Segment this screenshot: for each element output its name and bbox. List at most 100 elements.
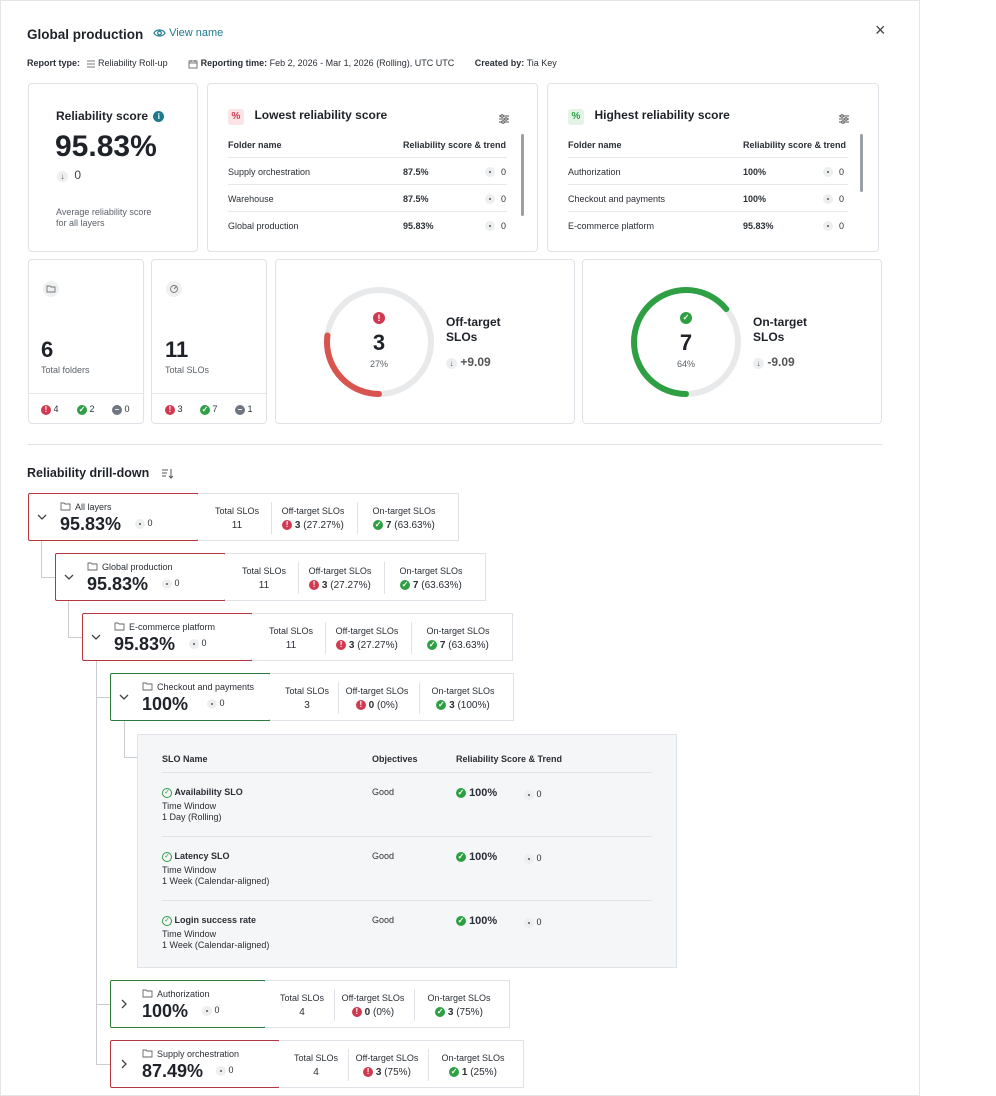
chevron-down-icon[interactable] [64,572,74,582]
sort-icon[interactable] [161,468,173,479]
off-target-pct: (27.27%) [357,640,398,651]
slo-row[interactable]: ✓ Login success rate Time Window 1 Week … [162,900,652,964]
off-target-label: Off-target SLOs [355,1053,419,1063]
tree-line [96,1004,110,1005]
view-name-label: View name [169,27,224,39]
drill-title: Reliability drill-down [27,466,150,480]
folder-trend: 0 [228,1065,234,1075]
on-target-pct: (75%) [456,1007,483,1018]
folder-toggle[interactable]: Checkout and payments 100% 0 [110,673,271,721]
folder-toggle[interactable]: E-commerce platform 95.83% 0 [82,613,253,661]
slo-name[interactable]: Latency SLO [175,851,230,861]
slo-name[interactable]: Login success rate [175,915,257,925]
off-target-trend: +9.09 [460,355,491,369]
trend-dot-icon [485,221,495,231]
off-target-count: 0 [368,700,375,711]
red-count: 4 [53,404,59,414]
col-slo-name: SLO Name [162,754,208,764]
scrollbar[interactable] [860,134,863,192]
folder-stats: Total SLOs 3 Off-target SLOs! 0 (0%) On-t… [270,673,514,721]
off-target-label-2: SLOs [446,330,478,344]
folder-name: Global production [228,221,299,231]
folder-score: 95.83% [87,574,149,594]
off-target-card: ! 3 27% Off-target SLOs ↓ +9.09 [275,259,575,424]
info-icon[interactable]: i [153,111,165,123]
total-slos-label: Total SLOs [242,566,287,576]
trend-dot-icon [823,221,833,231]
alert-icon: ! [309,580,320,591]
chevron-right-icon[interactable] [119,1059,129,1069]
total-slos-value: 3 [304,700,310,711]
folder-stats: Total SLOs 11 Off-target SLOs! 3 (27.27%)… [198,493,459,541]
folder-trend: 0 [214,1005,220,1015]
on-target-count: 3 [449,700,455,711]
alert-icon: ! [355,700,366,711]
objective: Good [372,915,395,925]
on-target-pct: 64% [676,359,695,369]
chevron-right-icon[interactable] [119,999,129,1009]
target-icon [166,281,182,297]
settings-sliders-icon[interactable] [498,113,510,125]
time-window-label: Time Window [162,801,217,811]
on-target-pct: (63.63%) [421,580,462,591]
folder-trend: 0 [201,638,207,648]
on-target-label: On-target SLOs [372,506,436,516]
folder-name: Authorization [568,167,621,177]
chevron-down-icon[interactable] [37,512,47,522]
view-name-link[interactable]: View name [153,27,223,39]
check-icon: ✓ [435,1007,446,1018]
folder-toggle[interactable]: Authorization 100% 0 [110,980,266,1028]
folder-toggle[interactable]: All layers 95.83% 0 [28,493,199,541]
slo-name[interactable]: Availability SLO [175,787,243,797]
folder-stats: Total SLOs 4 Off-target SLOs! 3 (75%) On-… [279,1040,524,1088]
folder-toggle[interactable]: Global production 95.83% 0 [55,553,226,601]
score-card-caption-2: for all layers [56,218,105,228]
slo-row[interactable]: ✓ Availability SLO Time Window 1 Day (Ro… [162,772,652,836]
settings-sliders-icon[interactable] [838,113,850,125]
folder-toggle[interactable]: Supply orchestration 87.49% 0 [110,1040,280,1088]
folders-value: 6 [41,337,54,362]
col-objectives: Objectives [372,754,418,764]
folder-icon [114,622,125,631]
folder-name: Checkout and payments [157,682,255,692]
trend-dot-icon [485,194,495,204]
on-target-label: On-target SLOs [399,566,463,576]
scrollbar[interactable] [521,134,524,216]
trend-dot-icon [823,194,833,204]
score-card-caption-1: Average reliability score [56,207,152,217]
on-target-count: 3 [447,1007,454,1018]
folder-name: Supply orchestration [157,1049,240,1059]
folder-name: E-commerce platform [568,221,655,231]
on-target-label: On-target SLOs [426,626,490,636]
on-target-trend: -9.09 [767,355,795,369]
total-slos-label: Total SLOs [215,506,260,516]
time-window-value: 1 Week (Calendar-aligned) [162,940,270,950]
no-data-icon: – [235,404,245,415]
chevron-down-icon[interactable] [91,632,101,642]
table-row[interactable]: Warehouse 87.5% 0 [228,184,507,211]
off-target-label-1: Off-target [446,315,501,329]
check-circle-icon: ✓ [162,851,172,862]
score: 87.5% [403,194,429,204]
score: 100% [743,194,767,204]
table-row[interactable]: E-commerce platform 95.83% 0 [568,211,848,238]
divider [325,622,326,654]
off-target-count: 3 [294,520,301,531]
trend-icon [202,1005,212,1016]
off-target-label: Off-target SLOs [341,993,405,1003]
check-icon: ✓ [456,916,466,927]
table-row[interactable]: Global production 95.83% 0 [228,211,507,238]
off-target-label: Off-target SLOs [335,626,399,636]
alert-icon: ! [373,312,385,324]
report-type-value: Reliability Roll-up [98,58,168,68]
table-row[interactable]: Supply orchestration 87.5% 0 [228,157,507,184]
close-icon[interactable]: × [875,20,886,41]
table-row[interactable]: Authorization 100% 0 [568,157,848,184]
divider [428,1049,429,1081]
slo-row[interactable]: ✓ Latency SLO Time Window 1 Week (Calend… [162,836,652,900]
score-card-title: Reliability score [56,109,149,123]
chevron-down-icon[interactable] [119,692,129,702]
total-slos-value: 4 [313,1067,319,1078]
table-row[interactable]: Checkout and payments 100% 0 [568,184,848,211]
folder-icon [142,989,153,998]
